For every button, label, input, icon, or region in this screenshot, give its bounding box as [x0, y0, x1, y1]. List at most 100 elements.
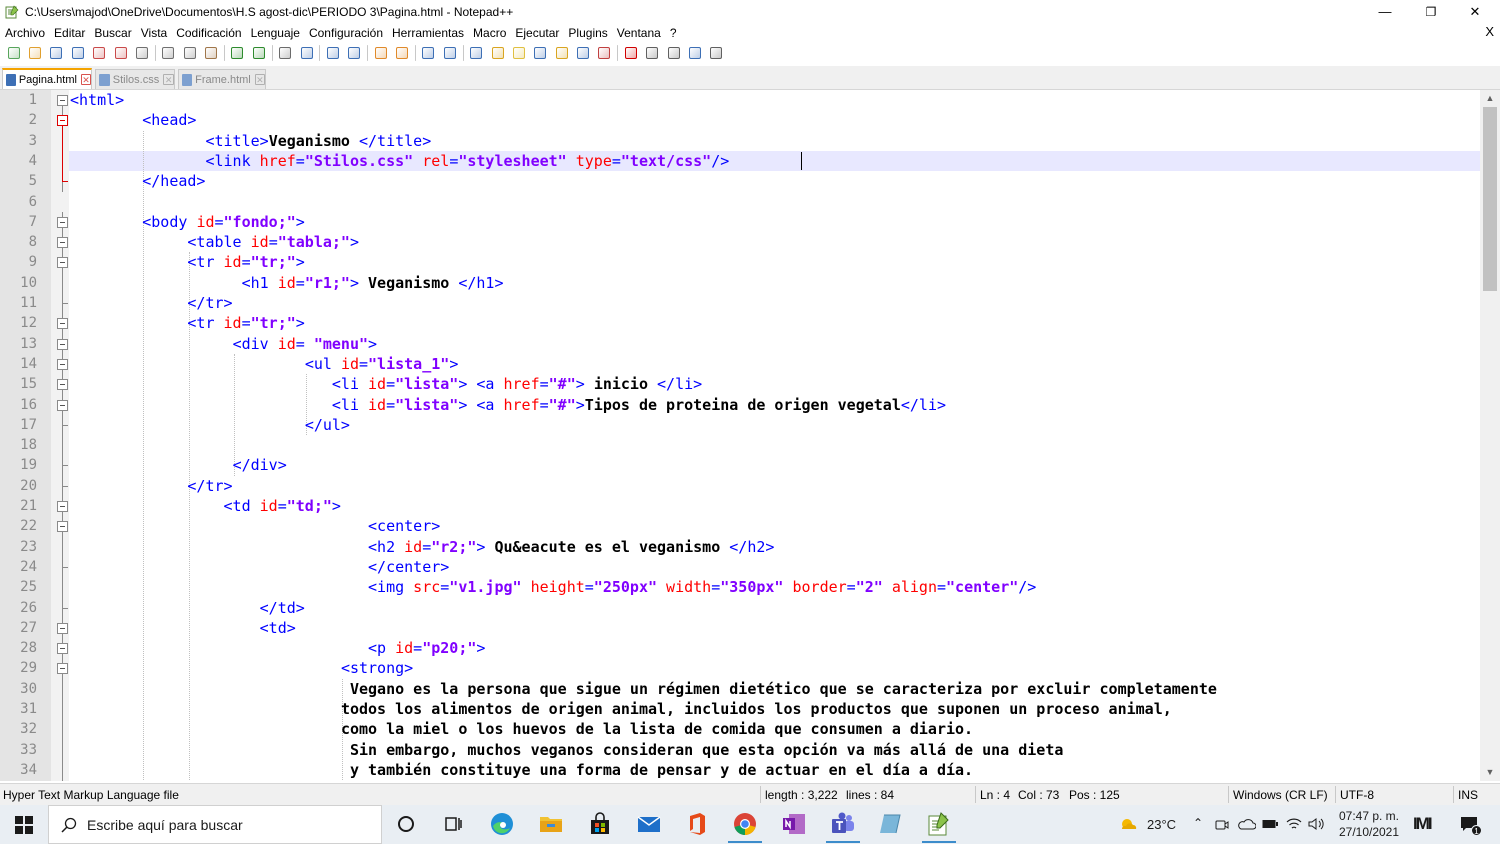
sync-vertical-icon[interactable] — [373, 45, 389, 61]
monitoring-icon[interactable] — [596, 45, 612, 61]
code-line[interactable]: 18 — [0, 435, 1500, 457]
tab-close-icon[interactable]: ✕ — [80, 74, 91, 85]
fold-toggle-icon[interactable] — [57, 379, 68, 391]
tab-pagina-html[interactable]: Pagina.html ✕ — [2, 68, 92, 89]
volume-icon[interactable] — [1308, 817, 1326, 831]
cut-icon[interactable] — [160, 45, 176, 61]
onedrive-cloud-icon[interactable] — [1238, 818, 1256, 830]
fold-toggle-icon[interactable] — [57, 216, 68, 228]
close-document-button[interactable]: X — [1485, 24, 1494, 39]
menu-vista[interactable]: Vista — [136, 26, 171, 40]
maximize-button[interactable]: ❐ — [1408, 0, 1454, 23]
taskbar-store-icon[interactable] — [587, 811, 613, 837]
code-line[interactable]: 20 </tr> — [0, 475, 1500, 497]
code-line[interactable]: 25 <img src="v1.jpg" height="250px" widt… — [0, 577, 1500, 599]
status-eol[interactable]: Windows (CR LF) — [1233, 788, 1328, 802]
windows-start-icon[interactable] — [15, 816, 33, 834]
fold-toggle-icon[interactable] — [57, 115, 68, 127]
scroll-up-arrow-icon[interactable]: ▲ — [1480, 90, 1500, 107]
menu-ejecutar[interactable]: Ejecutar — [510, 26, 563, 40]
status-insert-mode[interactable]: INS — [1458, 788, 1478, 802]
taskbar-onenote-icon[interactable] — [781, 811, 807, 837]
close-file-icon[interactable] — [91, 45, 107, 61]
redo-icon[interactable] — [251, 45, 267, 61]
code-line[interactable]: 3 <title>Veganismo </title> — [0, 130, 1500, 152]
sync-horizontal-icon[interactable] — [394, 45, 410, 61]
code-line[interactable]: 7 <body id="fondo;"> — [0, 211, 1500, 233]
menu-editar[interactable]: Editar — [49, 26, 89, 40]
fold-toggle-icon[interactable] — [57, 399, 68, 411]
tab-close-icon[interactable]: ✕ — [163, 74, 174, 85]
menu-ventana[interactable]: Ventana — [612, 26, 665, 40]
code-line[interactable]: 14 <ul id="lista_1"> — [0, 353, 1500, 375]
folder-workspace-icon[interactable] — [554, 45, 570, 61]
fold-toggle-icon[interactable] — [57, 643, 68, 655]
taskbar-tablet-icon[interactable] — [878, 811, 904, 837]
run-macro-multiple-icon[interactable] — [687, 45, 703, 61]
battery-icon[interactable] — [1262, 819, 1278, 829]
weather-widget[interactable]: 23°C — [1118, 805, 1178, 844]
fold-toggle-icon[interactable] — [57, 622, 68, 634]
taskbar-notepadpp-icon[interactable] — [922, 811, 956, 843]
code-line[interactable]: 6 — [0, 192, 1500, 212]
code-line[interactable]: 9 <tr id="tr;"> — [0, 252, 1500, 274]
print-icon[interactable] — [134, 45, 150, 61]
function-list-icon[interactable] — [532, 45, 548, 61]
taskbar-chrome-icon[interactable] — [728, 811, 762, 843]
code-line[interactable]: 16 <li id="lista"> <a href="#">Tipos de … — [0, 394, 1500, 416]
save-macro-icon[interactable] — [708, 45, 724, 61]
taskbar-edge-icon[interactable] — [489, 811, 515, 837]
undo-icon[interactable] — [229, 45, 245, 61]
zoom-in-icon[interactable] — [325, 45, 341, 61]
fold-toggle-icon[interactable] — [57, 318, 68, 330]
code-line[interactable]: 1 <html> — [0, 90, 1500, 111]
code-line[interactable]: 5 </head> — [0, 171, 1500, 193]
code-line[interactable]: 29 <strong> — [0, 658, 1500, 680]
code-line[interactable]: 34 y también constituye una forma de pen… — [0, 759, 1500, 781]
taskbar-search-box[interactable]: Escribe aquí para buscar — [48, 805, 382, 844]
save-icon[interactable] — [48, 45, 64, 61]
taskbar-file-explorer-icon[interactable] — [538, 811, 564, 837]
code-line[interactable]: 22 <center> — [0, 516, 1500, 538]
taskbar-teams-icon[interactable] — [826, 811, 860, 843]
menu-help[interactable]: ? — [665, 26, 681, 40]
code-line[interactable]: 26 </td> — [0, 597, 1500, 619]
code-line[interactable]: 19 </div> — [0, 455, 1500, 477]
menu-lenguaje[interactable]: Lenguaje — [246, 26, 304, 40]
code-line[interactable]: 30 Vegano es la persona que sigue un rég… — [0, 678, 1500, 700]
indent-guide-icon[interactable] — [468, 45, 484, 61]
fold-toggle-icon[interactable] — [57, 237, 68, 249]
menu-plugins[interactable]: Plugins — [563, 26, 611, 40]
show-all-chars-icon[interactable] — [442, 45, 458, 61]
code-line[interactable]: 13 <div id= "menu"> — [0, 333, 1500, 355]
fold-toggle-icon[interactable] — [57, 663, 68, 675]
wifi-icon[interactable] — [1286, 817, 1302, 831]
fold-toggle-icon[interactable] — [57, 501, 68, 512]
fold-toggle-icon[interactable] — [57, 358, 68, 370]
taskbar-mail-icon[interactable] — [636, 811, 662, 837]
stop-macro-icon[interactable] — [644, 45, 660, 61]
taskbar-task-view-icon[interactable] — [440, 811, 466, 837]
code-line[interactable]: 33 Sin embargo, muchos veganos considera… — [0, 739, 1500, 761]
new-file-icon[interactable] — [6, 45, 22, 61]
scrollbar-thumb[interactable] — [1483, 107, 1497, 291]
fold-toggle-icon[interactable] — [57, 338, 68, 350]
notification-center-icon[interactable]: 1 — [1456, 805, 1486, 844]
open-file-icon[interactable] — [27, 45, 43, 61]
taskbar-cortana-icon[interactable] — [393, 811, 419, 837]
udl-icon[interactable] — [490, 45, 506, 61]
status-encoding[interactable]: UTF-8 — [1340, 788, 1374, 802]
zoom-out-icon[interactable] — [346, 45, 362, 61]
code-line[interactable]: 4 <link href="Stilos.css" rel="styleshee… — [0, 150, 1500, 172]
code-line[interactable]: 12 <tr id="tr;"> — [0, 313, 1500, 335]
code-line[interactable]: 8 <table id="tabla;"> — [0, 232, 1500, 254]
find-icon[interactable] — [277, 45, 293, 61]
code-line[interactable]: 31 todos los alimentos de origen animal,… — [0, 699, 1500, 720]
code-line[interactable]: 21 <td id="td;"> — [0, 496, 1500, 517]
code-line[interactable]: 24 </center> — [0, 556, 1500, 578]
word-wrap-icon[interactable] — [420, 45, 436, 61]
tab-stilos-css[interactable]: Stilos.css ✕ — [95, 69, 175, 89]
code-line[interactable]: 15 <li id="lista"> <a href="#"> inicio <… — [0, 374, 1500, 396]
menu-macro[interactable]: Macro — [468, 26, 510, 40]
window-close-button[interactable]: ✕ — [1452, 0, 1498, 23]
